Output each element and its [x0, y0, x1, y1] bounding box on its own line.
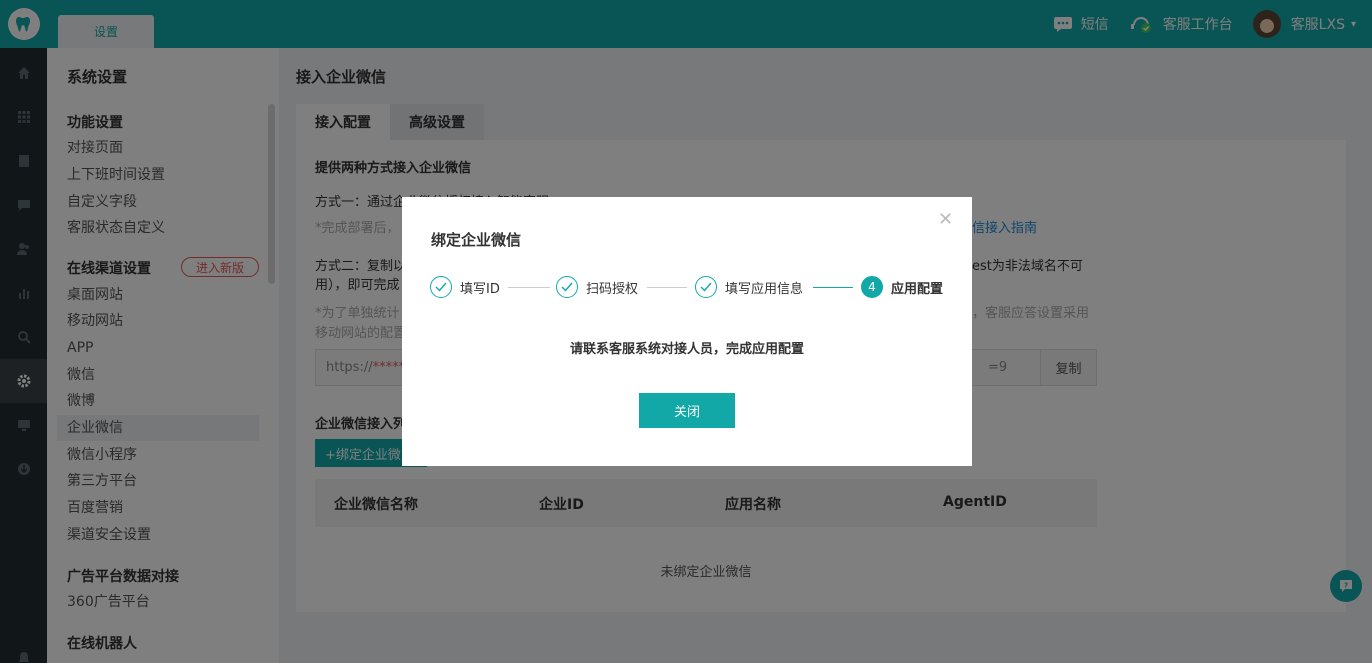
- check-icon: [695, 276, 717, 298]
- step-label: 填写ID: [460, 281, 500, 297]
- step-label: 应用配置: [891, 281, 944, 297]
- step-scan-auth: 扫码授权: [556, 276, 638, 298]
- check-icon: [556, 276, 578, 298]
- step-number: 4: [861, 276, 883, 298]
- dialog-title: 绑定企业微信: [431, 231, 522, 249]
- step-label: 填写应用信息: [725, 281, 804, 297]
- step-connector: [647, 287, 687, 288]
- step-label: 扫码授权: [586, 281, 639, 297]
- step-fill-id: 填写ID: [430, 276, 500, 298]
- dialog-message: 请联系客服系统对接人员，完成应用配置: [569, 342, 804, 357]
- check-icon: [430, 276, 452, 298]
- close-button[interactable]: 关闭: [639, 393, 735, 428]
- bind-wecom-dialog: 绑定企业微信 ✕ 填写ID 扫码授权 填写应用信息 4 应用配置 请联系客服系统…: [402, 197, 972, 466]
- step-app-config: 4 应用配置: [861, 276, 943, 298]
- step-connector: [508, 287, 550, 288]
- close-icon[interactable]: ✕: [938, 209, 953, 230]
- step-fill-app-info: 填写应用信息: [695, 276, 803, 298]
- step-connector-active: [813, 287, 853, 288]
